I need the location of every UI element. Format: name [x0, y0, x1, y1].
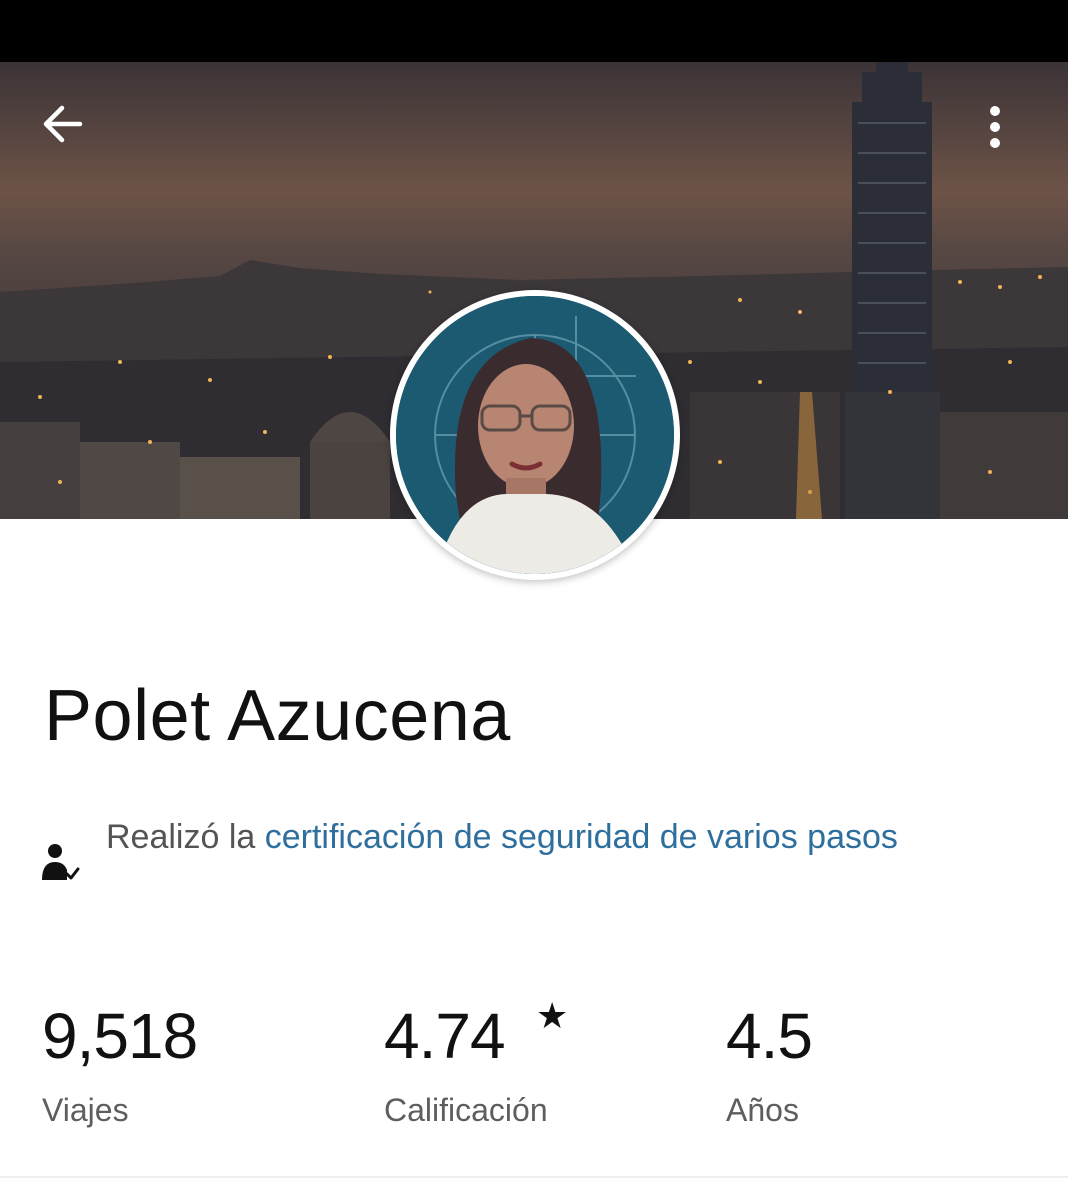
stat-trips: 9,518 Viajes	[42, 1000, 198, 1128]
driver-name: Polet Azucena	[44, 676, 511, 756]
back-button[interactable]	[40, 104, 106, 170]
stat-rating: 4.74 ★ Calificación	[384, 998, 568, 1128]
status-bar	[0, 0, 1068, 62]
arrow-left-icon	[43, 105, 83, 143]
stat-trips-label: Viajes	[42, 1092, 129, 1128]
stat-trips-value: 9,518	[42, 1000, 198, 1072]
stat-years: 4.5 Años	[726, 1000, 813, 1128]
certification-prefix: Realizó la	[106, 818, 265, 856]
driver-photo	[396, 296, 674, 574]
stat-years-value: 4.5	[726, 1000, 813, 1072]
stat-rating-number: 4.74	[384, 1000, 506, 1072]
stat-years-label: Años	[726, 1092, 799, 1128]
more-options-button[interactable]	[988, 104, 1036, 170]
divider	[0, 1176, 1068, 1178]
stat-rating-value: 4.74 ★	[384, 998, 568, 1069]
certification-text: Realizó la certificación de seguridad de…	[106, 806, 1006, 868]
star-icon: ★	[536, 995, 568, 1036]
avatar	[390, 290, 680, 580]
stat-rating-label: Calificación	[384, 1092, 548, 1128]
more-vertical-icon	[990, 106, 1000, 148]
certification-link[interactable]: certificación de seguridad de varios pas…	[265, 818, 898, 856]
verified-user-icon	[40, 842, 80, 886]
